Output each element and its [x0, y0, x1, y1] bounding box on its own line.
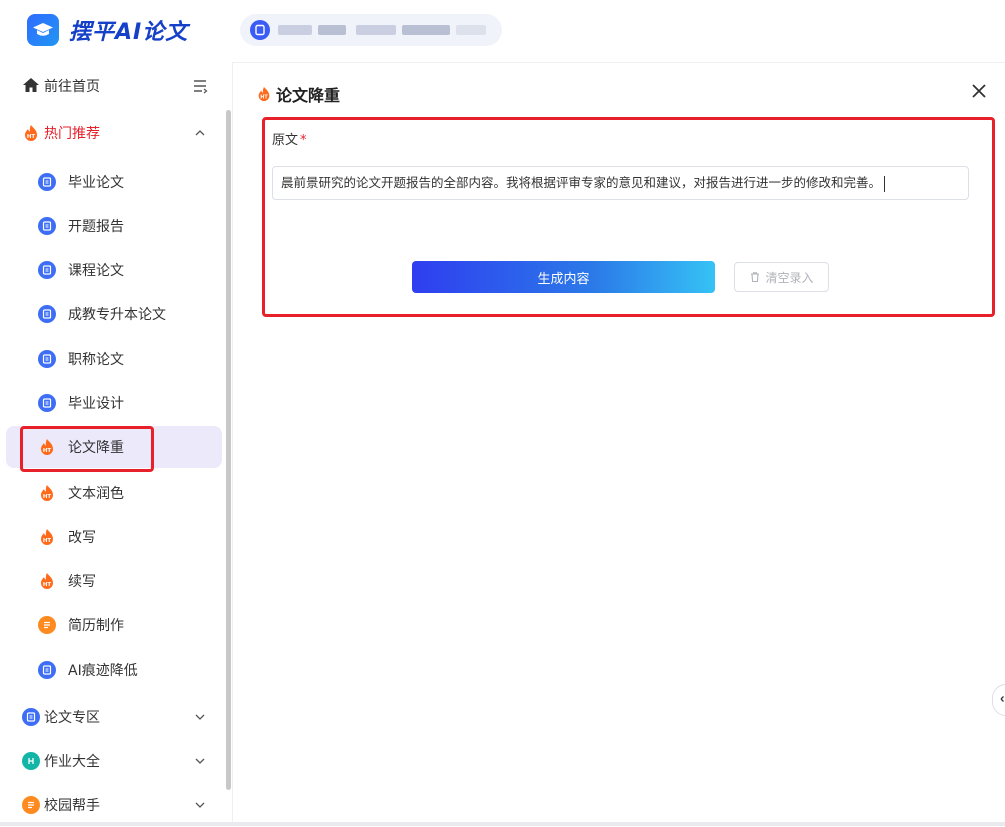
sidebar-item-text-polish[interactable]: HT 文本润色 [0, 471, 220, 515]
svg-text:HT: HT [43, 494, 52, 500]
sidebar-scrollbar[interactable] [226, 110, 231, 790]
expand-arrows-icon [1000, 696, 1004, 702]
clear-button[interactable]: 清空录入 [734, 262, 829, 292]
sidebar-item-home[interactable]: 前往首页 [0, 64, 220, 108]
chevron-down-icon [195, 714, 205, 720]
chevron-down-icon [195, 758, 205, 764]
sidebar-item-label: 课程论文 [68, 263, 124, 279]
doc-icon [38, 261, 56, 279]
sidebar-item-label: 改写 [68, 530, 96, 546]
sidebar: 前往首页 HT 热门推荐 毕业论文 开题报告 课程论文 成教专升本论文 职称论文… [0, 62, 233, 826]
text-caret [884, 175, 886, 192]
fire-hot-icon: HT [38, 484, 56, 502]
sidebar-item-label: 开题报告 [68, 219, 124, 235]
sidebar-item-professional-title-paper[interactable]: 职称论文 [0, 337, 220, 381]
fire-hot-icon: HT [38, 572, 56, 590]
chevron-up-icon [195, 130, 205, 136]
menu-fold-icon[interactable] [192, 78, 208, 94]
doc-icon [38, 394, 56, 412]
sidebar-item-label: 简历制作 [68, 618, 124, 634]
home-icon [23, 78, 39, 92]
top-header: 摆平AI论文 [0, 0, 1005, 63]
field-label: 原文 * [272, 129, 307, 148]
side-panel-toggle[interactable] [992, 684, 1005, 716]
sidebar-item-proposal-report[interactable]: 开题报告 [0, 204, 220, 248]
sidebar-item-ai-trace-reduce[interactable]: AI痕迹降低 [0, 648, 220, 692]
svg-text:HT: HT [43, 582, 52, 588]
fire-hot-icon: HT [258, 86, 270, 102]
original-text-input[interactable]: 晨前景研究的论文开题报告的全部内容。我将根据评审专家的意见和建议，对报告进行进一… [272, 166, 969, 200]
clear-button-label: 清空录入 [765, 270, 814, 285]
sidebar-item-course-paper[interactable]: 课程论文 [0, 248, 220, 292]
doc-icon [38, 661, 56, 679]
doc-icon [38, 173, 56, 191]
redacted-text [318, 25, 346, 35]
input-value: 晨前景研究的论文开题报告的全部内容。我将根据评审专家的意见和建议，对报告进行进一… [281, 175, 882, 190]
sidebar-item-resume[interactable]: 简历制作 [0, 603, 220, 647]
user-doc-icon [250, 20, 270, 40]
logo-text: 摆平AI论文 [69, 20, 189, 45]
doc-icon [38, 305, 56, 323]
sidebar-item-graduation-design[interactable]: 毕业设计 [0, 381, 220, 425]
redacted-text [278, 25, 312, 35]
sidebar-group-homework[interactable]: 作业大全 [0, 739, 220, 783]
trash-icon [751, 272, 760, 283]
redacted-text [356, 25, 396, 35]
sidebar-item-label: 毕业论文 [68, 175, 124, 191]
graduation-cap-icon [27, 14, 59, 46]
chevron-down-icon [195, 802, 205, 808]
doc-icon [22, 708, 40, 726]
sidebar-item-continue-writing[interactable]: HT 续写 [0, 559, 220, 603]
sidebar-group-label: 论文专区 [44, 710, 100, 726]
sidebar-item-label: 成教专升本论文 [68, 307, 166, 323]
campus-icon [22, 796, 40, 814]
resume-icon [38, 616, 56, 634]
doc-icon [38, 217, 56, 235]
sidebar-group-hot[interactable]: HT 热门推荐 [0, 111, 220, 155]
homework-icon [22, 752, 40, 770]
sidebar-group-label: 校园帮手 [44, 798, 100, 814]
logo[interactable]: 摆平AI论文 [27, 14, 188, 46]
svg-text:HT: HT [43, 538, 52, 544]
sidebar-item-label: 职称论文 [68, 352, 124, 368]
svg-text:HT: HT [260, 94, 268, 100]
generate-button[interactable]: 生成内容 [412, 261, 715, 293]
sidebar-group-label: 作业大全 [44, 754, 100, 770]
sidebar-group-paper-zone[interactable]: 论文专区 [0, 695, 220, 739]
redacted-text [456, 25, 486, 35]
sidebar-item-graduation-paper[interactable]: 毕业论文 [0, 160, 220, 204]
svg-text:HT: HT [27, 134, 36, 140]
required-mark: * [300, 133, 307, 148]
close-icon[interactable] [970, 82, 988, 100]
fire-hot-icon: HT [22, 124, 40, 142]
redacted-text [402, 25, 450, 35]
sidebar-item-label: 文本润色 [68, 486, 124, 502]
sidebar-item-adult-education-paper[interactable]: 成教专升本论文 [0, 292, 220, 336]
sidebar-group-campus-helper[interactable]: 校园帮手 [0, 783, 220, 827]
sidebar-item-label: 前往首页 [44, 79, 100, 95]
field-label-text: 原文 [272, 133, 299, 148]
page-title-text: 论文降重 [276, 86, 341, 105]
doc-icon [38, 350, 56, 368]
sidebar-item-rewrite[interactable]: HT 改写 [0, 515, 220, 559]
sidebar-item-label: AI痕迹降低 [68, 663, 138, 679]
fire-hot-icon: HT [38, 528, 56, 546]
sidebar-group-label: 热门推荐 [44, 126, 100, 142]
highlight-box [20, 426, 154, 472]
account-pill[interactable] [240, 14, 502, 46]
bottom-scrollbar [0, 822, 1005, 826]
page-title: HT 论文降重 [256, 82, 340, 106]
sidebar-item-label: 毕业设计 [68, 396, 124, 412]
sidebar-item-label: 续写 [68, 574, 96, 590]
